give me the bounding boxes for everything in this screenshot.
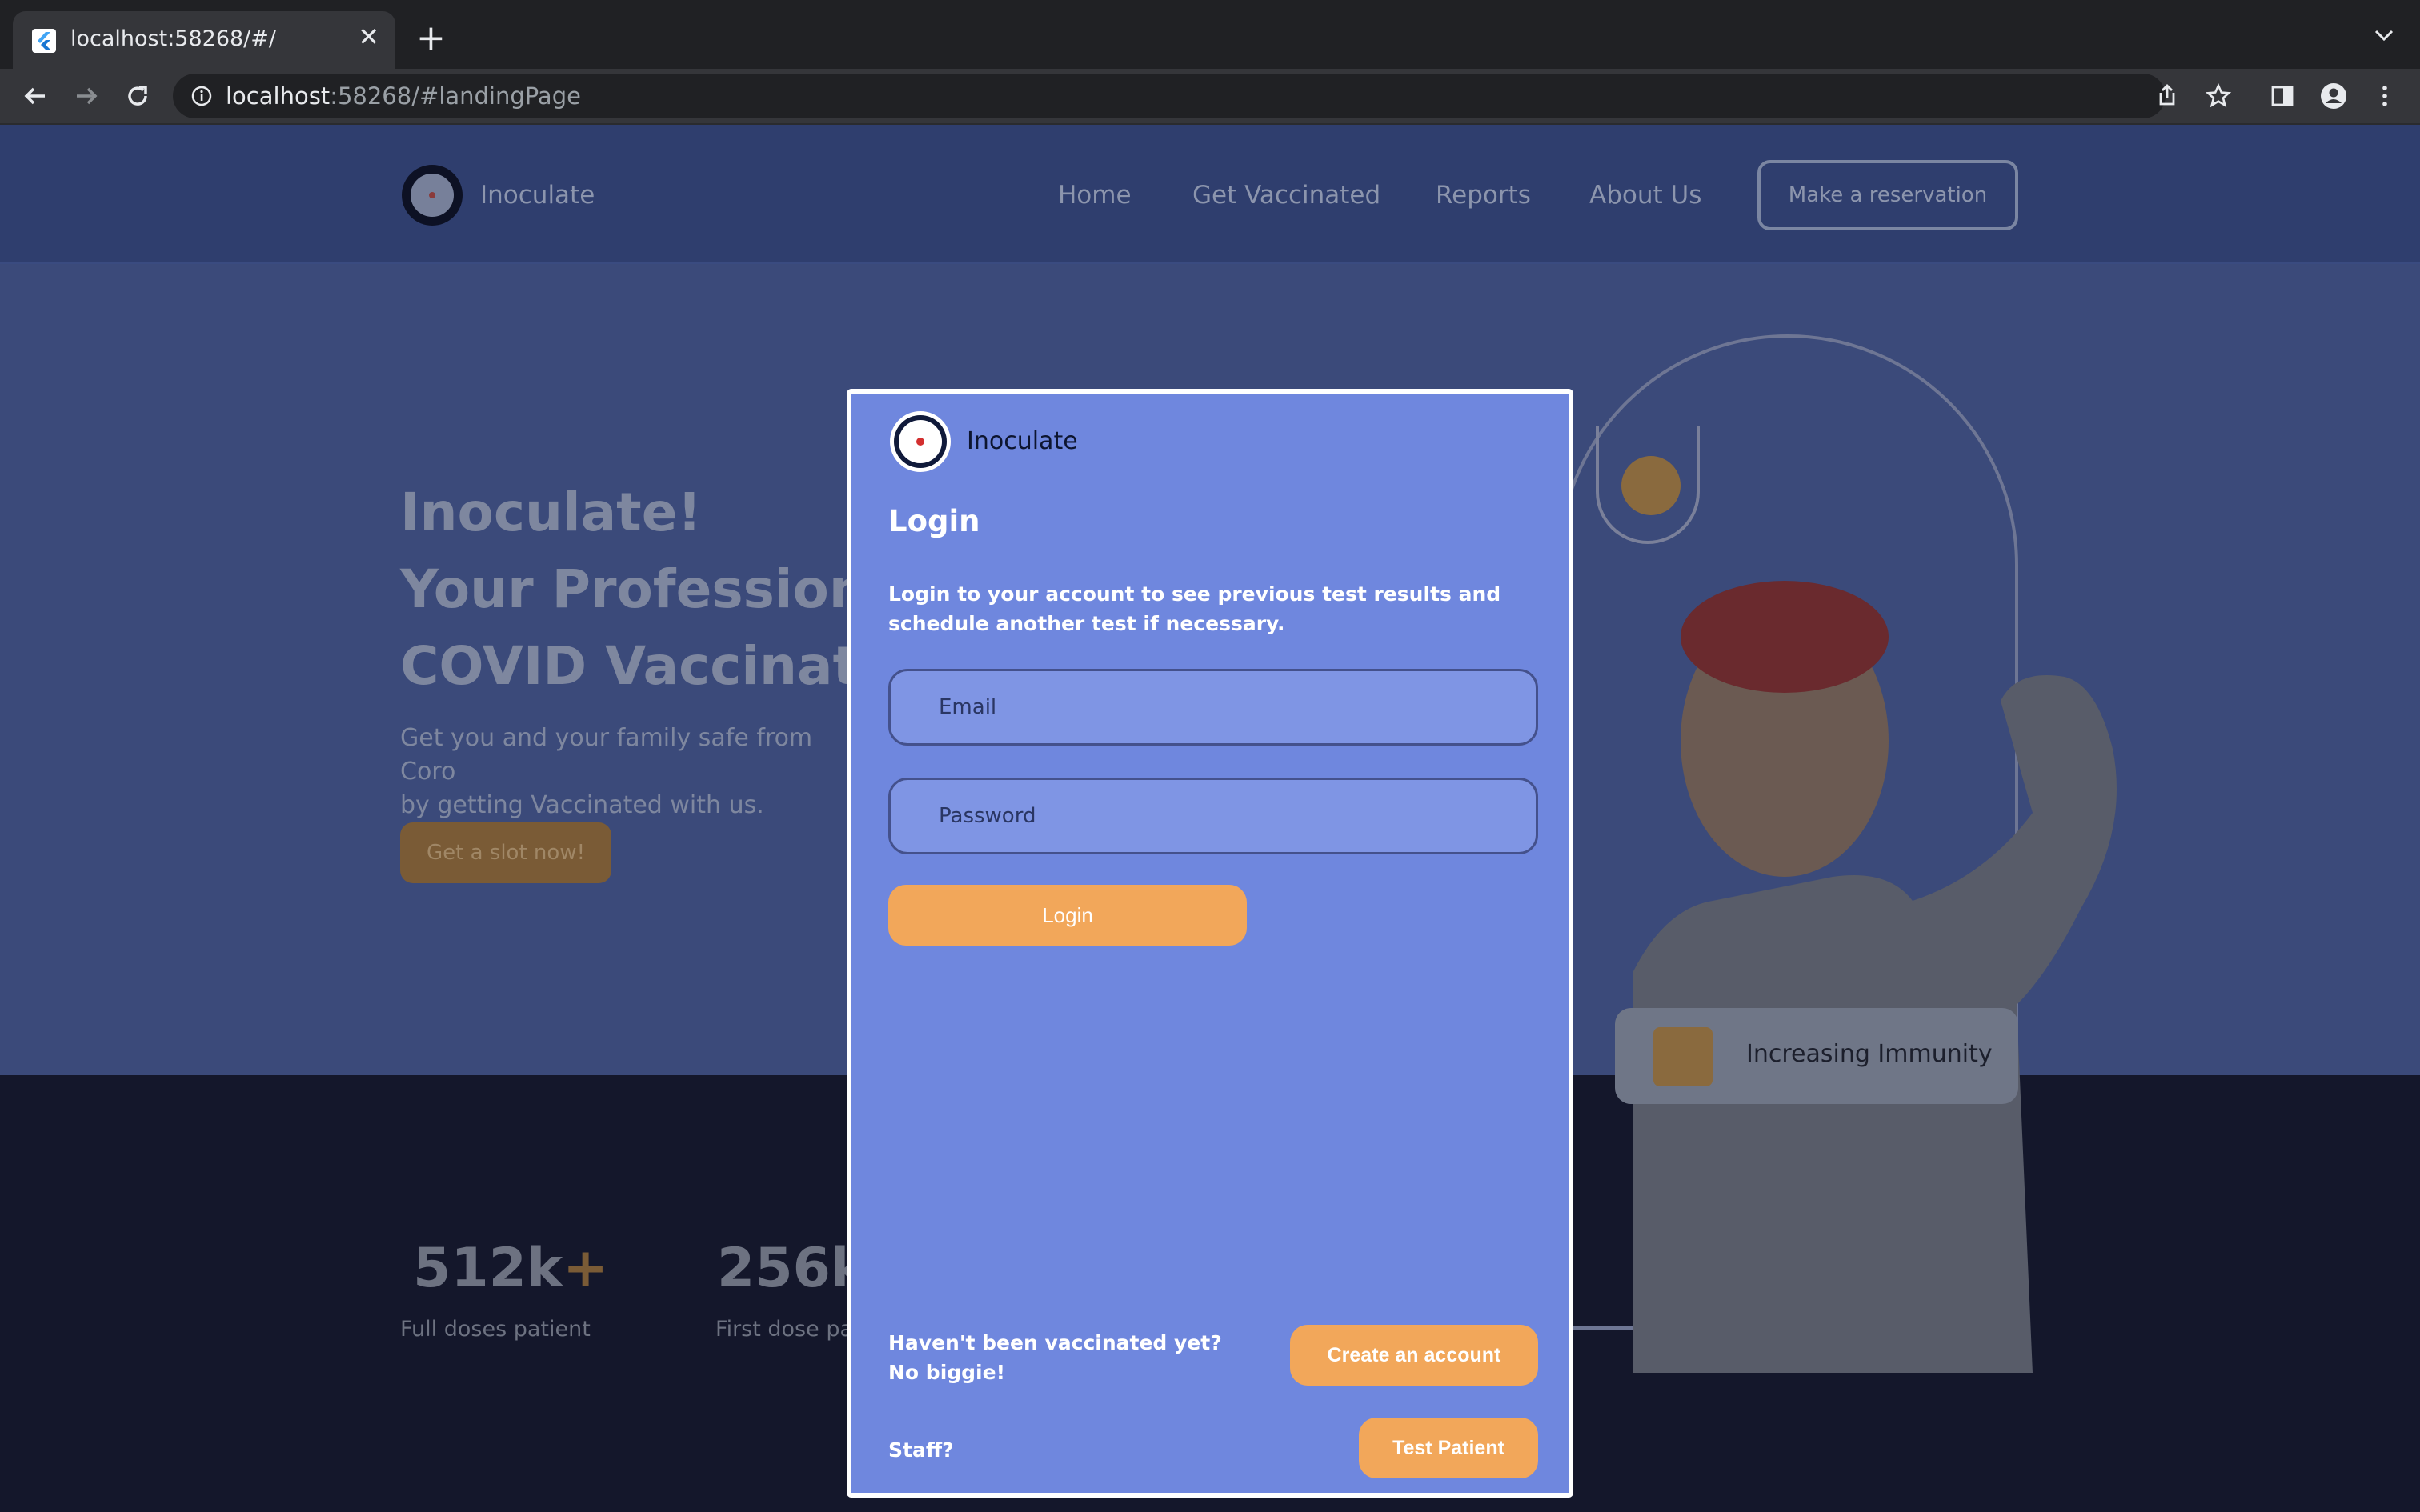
hero-title-line-2: Your Professional bbox=[400, 558, 921, 620]
vaccine-logo-icon[interactable] bbox=[400, 163, 464, 227]
share-icon[interactable] bbox=[2153, 82, 2182, 110]
tab-title: localhost:58268/#/ bbox=[70, 26, 277, 51]
stat-full-doses-label: Full doses patient bbox=[400, 1317, 591, 1342]
brand-name[interactable]: Inoculate bbox=[480, 181, 595, 210]
stat-full-doses-number: 512k+ bbox=[413, 1237, 608, 1300]
site-info-icon[interactable] bbox=[190, 85, 213, 107]
forward-arrow-icon[interactable] bbox=[70, 80, 102, 112]
browser-tab[interactable]: localhost:58268/#/ ✕ bbox=[13, 11, 395, 69]
immunity-label: Increasing Immunity bbox=[1746, 1040, 1993, 1068]
test-patient-button[interactable]: Test Patient bbox=[1359, 1418, 1538, 1478]
url-host: localhost bbox=[226, 82, 331, 110]
tab-search-chevron-icon[interactable] bbox=[2372, 27, 2396, 43]
stat-plus-sign: + bbox=[563, 1237, 609, 1300]
staff-prompt: Staff? bbox=[888, 1438, 954, 1462]
browser-tab-strip: localhost:58268/#/ ✕ + bbox=[0, 0, 2420, 69]
hero-subtitle-line-2: by getting Vaccinated with us. bbox=[400, 791, 764, 819]
password-field[interactable] bbox=[888, 778, 1538, 854]
stat-first-dose-value: 256k bbox=[717, 1237, 867, 1300]
hero-photo-woman bbox=[1633, 581, 2117, 1373]
browser-toolbar: localhost:58268/#landingPage bbox=[0, 69, 2420, 125]
nav-reports[interactable]: Reports bbox=[1436, 181, 1531, 210]
url-text: localhost:58268/#landingPage bbox=[226, 82, 581, 110]
site-header: Inoculate Home Get Vaccinated Reports Ab… bbox=[0, 125, 2420, 264]
shield-badge bbox=[1596, 426, 1700, 544]
reload-icon[interactable] bbox=[122, 80, 154, 112]
flutter-favicon-icon bbox=[32, 29, 56, 53]
get-slot-button[interactable]: Get a slot now! bbox=[400, 822, 611, 883]
stat-first-dose-label: First dose pat bbox=[715, 1317, 862, 1342]
kebab-menu-icon[interactable] bbox=[2370, 82, 2399, 110]
checkbox-icon bbox=[1653, 1027, 1713, 1086]
new-tab-icon[interactable]: + bbox=[416, 21, 446, 56]
hero-subtitle: Get you and your family safe from Coro b… bbox=[400, 722, 848, 822]
url-path: :58268/#landingPage bbox=[330, 82, 581, 110]
modal-brand-name: Inoculate bbox=[967, 427, 1078, 455]
signup-prompt-line-1: Haven't been vaccinated yet? bbox=[888, 1331, 1222, 1354]
nav-home[interactable]: Home bbox=[1058, 181, 1132, 210]
signup-prompt-line-2: No biggie! bbox=[888, 1361, 1005, 1384]
hero-subtitle-line-1: Get you and your family safe from Coro bbox=[400, 724, 813, 786]
stat-first-dose-number: 256k bbox=[717, 1237, 867, 1300]
vaccine-logo-icon bbox=[890, 411, 951, 472]
login-modal: Inoculate Login Login to your account to… bbox=[847, 389, 1573, 1498]
modal-description: Login to your account to see previous te… bbox=[888, 582, 1501, 635]
side-panel-icon[interactable] bbox=[2268, 82, 2297, 110]
password-input[interactable] bbox=[891, 780, 1536, 852]
close-tab-icon[interactable]: ✕ bbox=[358, 24, 379, 50]
email-field[interactable] bbox=[888, 669, 1538, 746]
profile-avatar-icon[interactable] bbox=[2319, 82, 2348, 110]
back-arrow-icon[interactable] bbox=[19, 80, 51, 112]
shield-icon bbox=[1621, 456, 1681, 515]
address-bar[interactable]: localhost:58268/#landingPage bbox=[173, 74, 2166, 118]
hero-title-line-3: COVID Vaccinatio bbox=[400, 635, 913, 697]
stat-full-doses-value: 512k bbox=[413, 1237, 563, 1300]
bookmark-star-icon[interactable] bbox=[2204, 82, 2233, 110]
modal-title: Login bbox=[888, 504, 980, 538]
login-button[interactable]: Login bbox=[888, 885, 1247, 946]
landing-page: Inoculate Home Get Vaccinated Reports Ab… bbox=[0, 125, 2420, 1512]
hero-title-line-1: Inoculate! bbox=[400, 482, 702, 543]
signup-prompt: Haven't been vaccinated yet? No biggie! bbox=[888, 1328, 1222, 1387]
create-account-button[interactable]: Create an account bbox=[1290, 1325, 1538, 1386]
nav-about-us[interactable]: About Us bbox=[1589, 181, 1701, 210]
immunity-card: Increasing Immunity bbox=[1615, 1008, 2018, 1104]
email-input[interactable] bbox=[891, 671, 1536, 743]
nav-get-vaccinated[interactable]: Get Vaccinated bbox=[1192, 181, 1380, 210]
make-reservation-button[interactable]: Make a reservation bbox=[1757, 160, 2018, 230]
